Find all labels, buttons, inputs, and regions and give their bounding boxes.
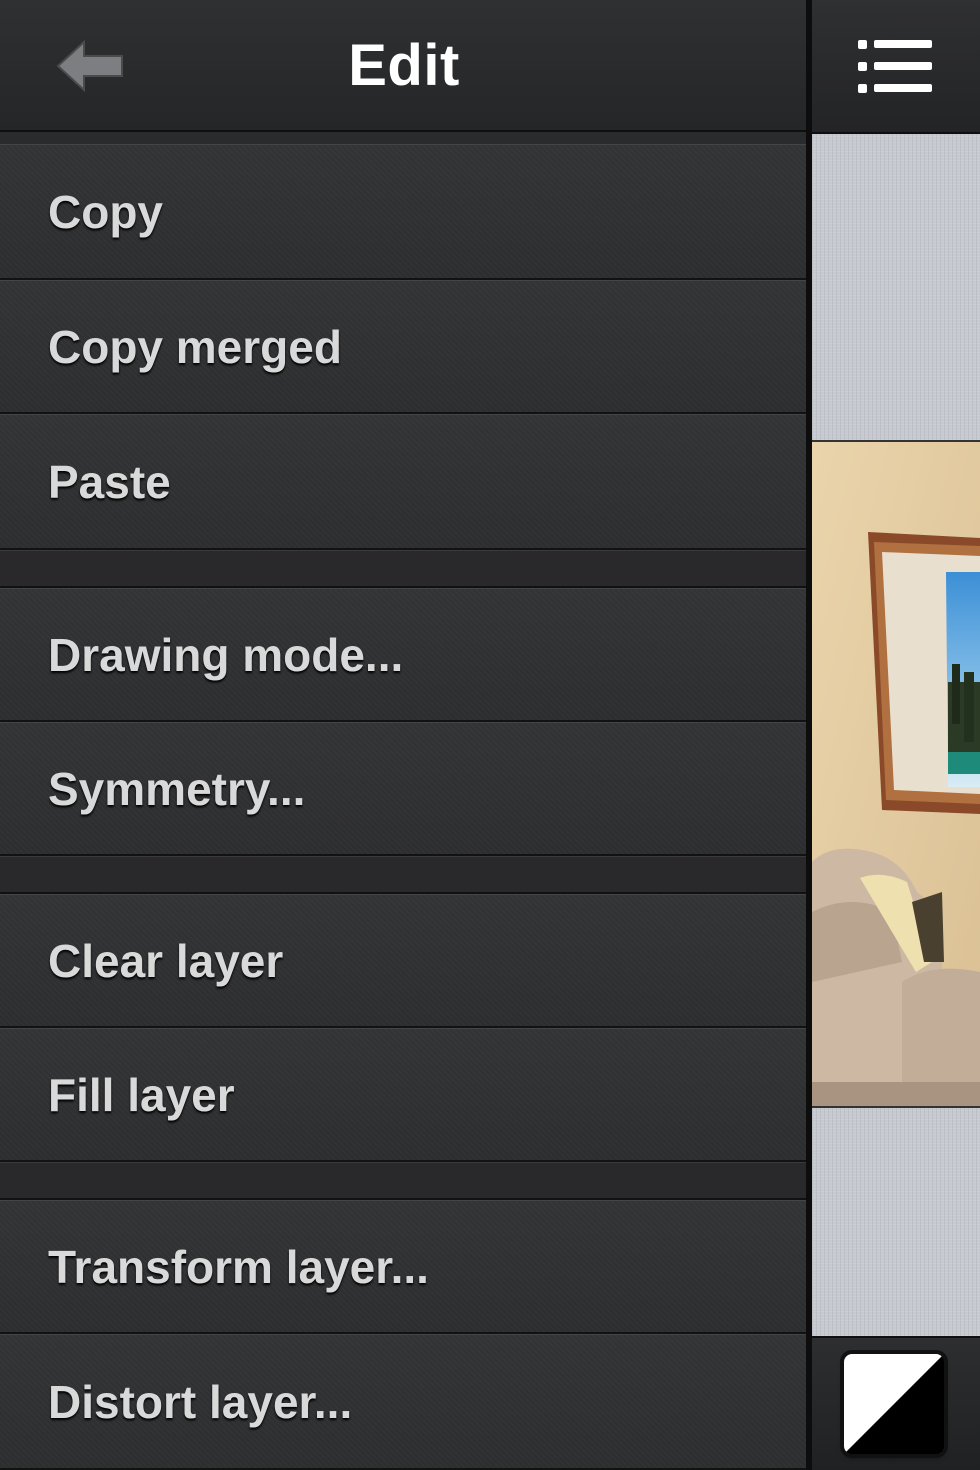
menu-item-label: Drawing mode... (48, 628, 404, 681)
section-separator (0, 1162, 806, 1200)
menu-item-label: Transform layer... (48, 1240, 429, 1293)
canvas-toolbar-top (812, 0, 980, 134)
canvas-toolbar-bottom (812, 1336, 980, 1470)
artwork-image (812, 442, 980, 1106)
list-menu-button[interactable] (856, 36, 936, 96)
color-swatch-button[interactable] (844, 1354, 944, 1454)
menu-item-symmetry[interactable]: Symmetry... (0, 722, 806, 856)
edit-menu-panel: Edit Copy Copy merged Paste Drawing mode… (0, 0, 808, 1470)
menu-item-copy[interactable]: Copy (0, 144, 806, 280)
list-menu-icon (858, 40, 932, 93)
color-swatch-icon (844, 1354, 944, 1454)
canvas-background (812, 1108, 980, 1336)
section-separator (0, 856, 806, 894)
menu-item-copy-merged[interactable]: Copy merged (0, 280, 806, 414)
menu-item-label: Symmetry... (48, 762, 306, 815)
menu-item-paste[interactable]: Paste (0, 414, 806, 550)
menu-item-fill-layer[interactable]: Fill layer (0, 1028, 806, 1162)
menu-item-label: Fill layer (48, 1068, 235, 1121)
menu-item-label: Copy merged (48, 320, 342, 373)
menu-item-distort-layer[interactable]: Distort layer... (0, 1334, 806, 1470)
menu-item-label: Distort layer... (48, 1375, 353, 1428)
menu-item-label: Paste (48, 455, 171, 508)
menu-item-label: Clear layer (48, 934, 284, 987)
section-separator (0, 550, 806, 588)
navigation-bar: Edit (0, 0, 808, 132)
menu-item-clear-layer[interactable]: Clear layer (0, 894, 806, 1028)
page-title: Edit (348, 33, 460, 98)
canvas-artwork[interactable] (812, 440, 980, 1108)
menu-item-drawing-mode[interactable]: Drawing mode... (0, 588, 806, 722)
menu-item-label: Copy (48, 185, 163, 238)
menu-item-transform-layer[interactable]: Transform layer... (0, 1200, 806, 1334)
canvas-background (812, 134, 980, 440)
